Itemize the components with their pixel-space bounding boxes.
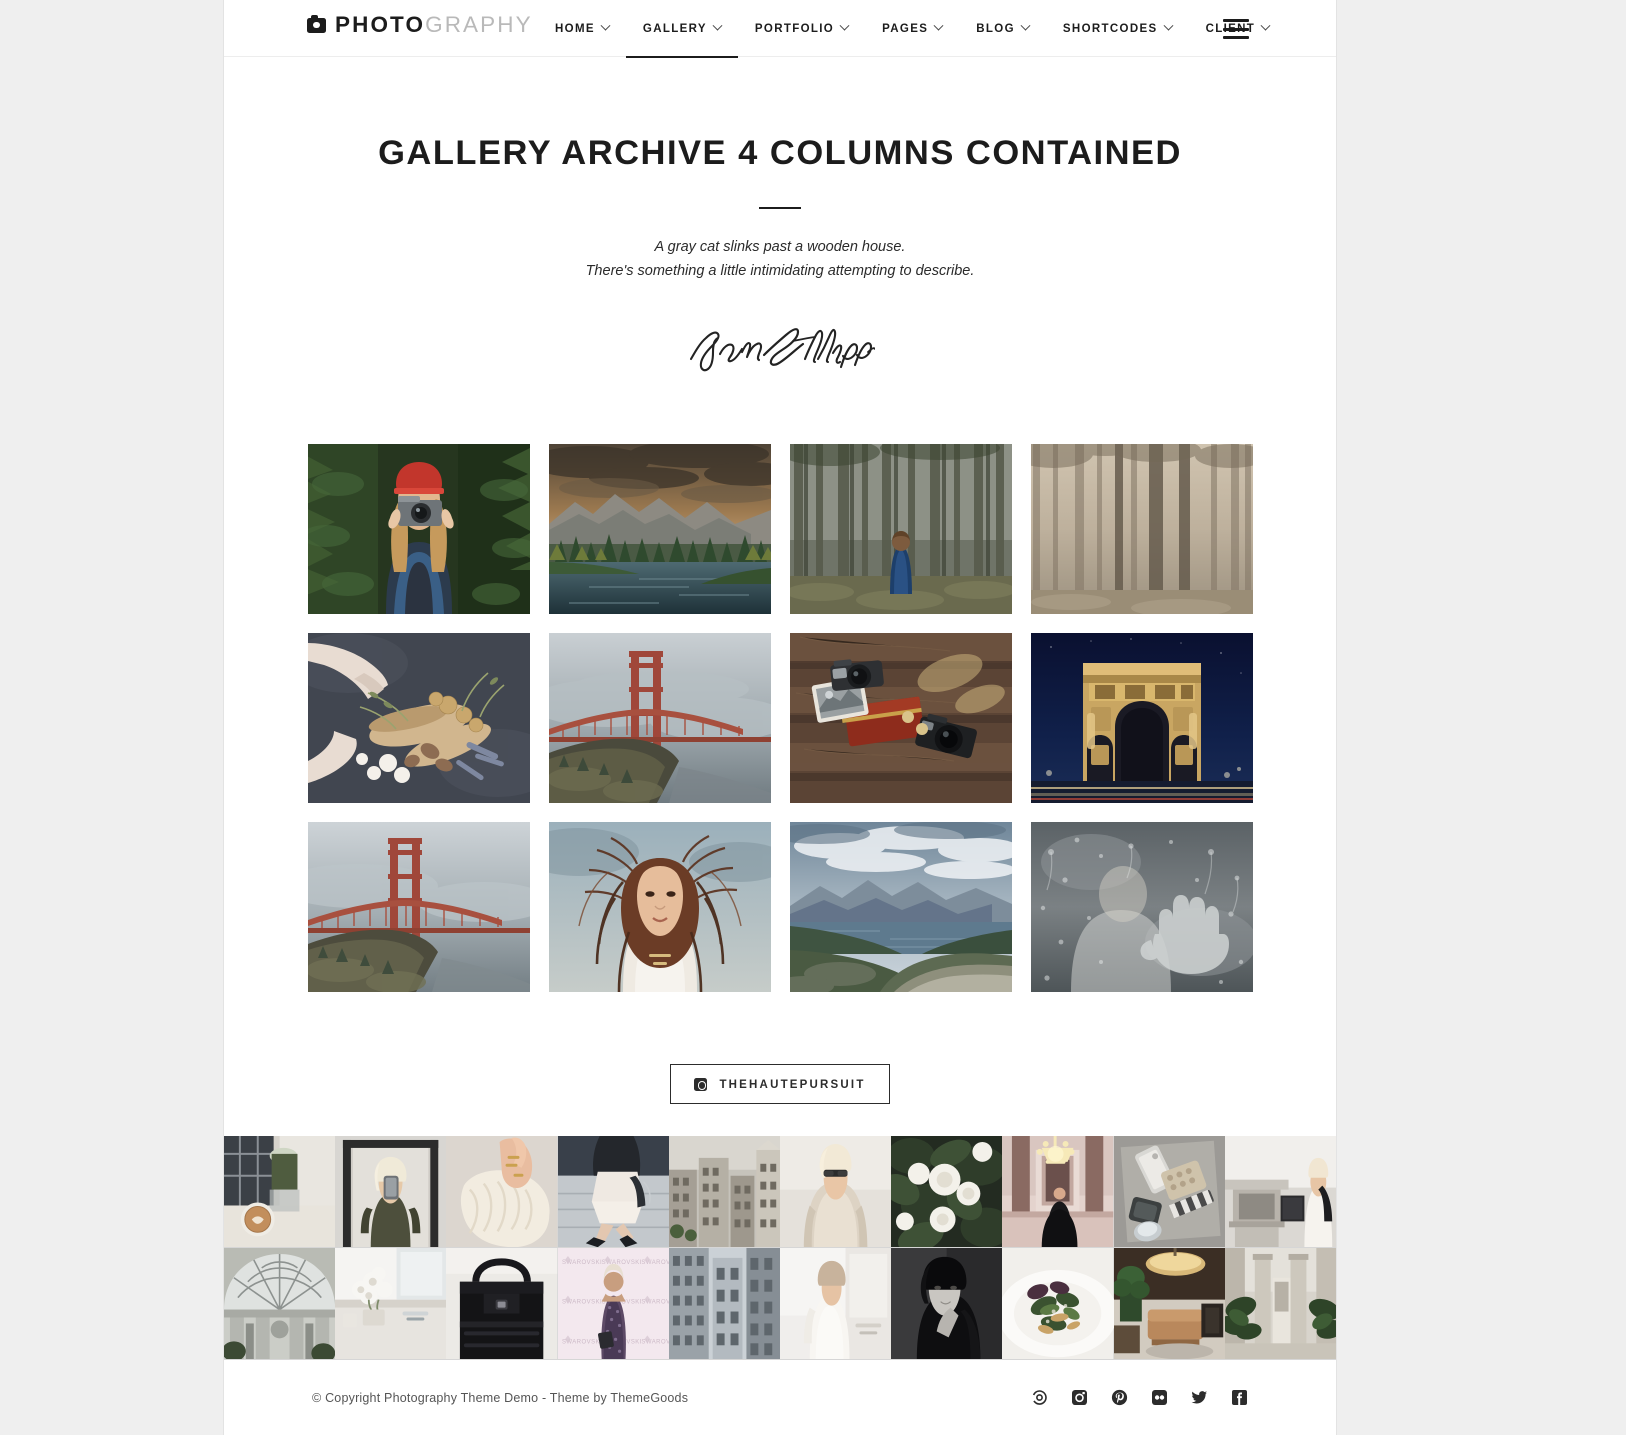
instagram-profile-button[interactable]: THEHAUTEPURSUIT (670, 1064, 890, 1105)
nav-label: GALLERY (642, 22, 707, 35)
gallery-item-mountain-lake-sunset-pine-forest[interactable] (548, 444, 771, 615)
chevron-down-icon (1260, 20, 1271, 31)
pinterest-icon[interactable] (1110, 1389, 1128, 1407)
twitter-icon[interactable] (1190, 1389, 1208, 1407)
footer-social-links (1030, 1389, 1248, 1407)
logo-text-bold: PHOTO (335, 12, 426, 37)
nav-item-portfolio[interactable]: PORTFOLIO (738, 0, 865, 57)
instagram-item-black-and-white-portrait-woman[interactable] (891, 1248, 1003, 1361)
instagram-item-flatlay-phone-handbag-accessories[interactable] (1113, 1136, 1225, 1249)
500px-icon[interactable] (1030, 1389, 1048, 1407)
instagram-icon[interactable] (1070, 1389, 1088, 1407)
nav-label: BLOG (976, 22, 1015, 35)
instagram-item-white-flowers-bright-bathroom-vanity[interactable] (335, 1248, 447, 1361)
nav-label: PORTFOLIO (754, 22, 835, 35)
hamburger-menu-icon[interactable] (1223, 19, 1249, 39)
gallery-item-person-blue-coat-standing-in-woods[interactable] (789, 444, 1012, 615)
gallery-item-portrait-woman-windblown-hair[interactable] (548, 822, 771, 993)
instagram-button-label: THEHAUTEPURSUIT (719, 1078, 866, 1091)
instagram-item-city-rooftop-architecture-daylight[interactable] (668, 1136, 780, 1249)
page-subtitle: A gray cat slinks past a wooden house. T… (224, 236, 1336, 284)
flickr-icon[interactable] (1150, 1389, 1168, 1407)
chevron-down-icon (839, 20, 850, 31)
nav-item-home[interactable]: HOME (538, 0, 626, 57)
instagram-item-street-style-white-dress-leather-jacket[interactable] (557, 1136, 669, 1249)
gallery-item-mountain-road-overlooking-lake[interactable] (789, 822, 1012, 993)
instagram-item-hand-rings-cream-knit-sweater[interactable] (446, 1136, 558, 1249)
logo-text-light: GRAPHY (425, 12, 533, 37)
nav-item-blog[interactable]: BLOG (959, 0, 1046, 57)
instagram-item-woman-white-dress-on-stairs-interior[interactable] (1224, 1136, 1336, 1249)
chevron-down-icon (1163, 20, 1174, 31)
gallery-item-vintage-cameras-and-photos-on-wood[interactable] (789, 633, 1012, 804)
page-root: PHOTOGRAPHY HOME GALLERY PORTFOLIO PAGES (0, 0, 1626, 1435)
instagram-icon (694, 1078, 708, 1092)
facebook-icon[interactable] (1230, 1389, 1248, 1407)
gallery-item-hand-on-rainy-window-glass[interactable] (1030, 822, 1253, 993)
nav-label: PAGES (882, 22, 929, 35)
nav-item-shortcodes[interactable]: SHORTCODES (1046, 0, 1189, 57)
instagram-item-red-carpet-sequin-gown-swarovski[interactable]: SWAROVSKISWAROVSKISWAROVSKI SWAROVSKISWA… (557, 1248, 669, 1361)
gallery-item-woman-photographer-red-beanie-forest[interactable] (307, 444, 530, 615)
nav-label: HOME (555, 22, 595, 35)
instagram-feed-grid: SWAROVSKISWAROVSKISWAROVSKI SWAROVSKISWA… (224, 1136, 1336, 1361)
instagram-item-mirror-selfie-blonde-bob-phone[interactable] (335, 1136, 447, 1249)
page-subtitle-line1: A gray cat slinks past a wooden house. (654, 239, 906, 256)
site-container: PHOTOGRAPHY HOME GALLERY PORTFOLIO PAGES (224, 0, 1336, 1435)
page-header-block: GALLERY ARCHIVE 4 COLUMNS CONTAINED A gr… (224, 57, 1336, 378)
gallery-grid (307, 444, 1253, 993)
instagram-item-modern-lounge-interior-tan-sofa[interactable] (1113, 1248, 1225, 1361)
page-subtitle-line2: There's something a little intimidating … (585, 263, 975, 280)
site-footer: © Copyright Photography Theme Demo - The… (224, 1360, 1336, 1435)
chevron-down-icon (1020, 20, 1031, 31)
site-logo[interactable]: PHOTOGRAPHY (307, 12, 533, 37)
nav-item-pages[interactable]: PAGES (865, 0, 959, 57)
instagram-item-plated-salad-fine-dining[interactable] (1002, 1248, 1114, 1361)
instagram-item-black-leather-handbag-closeup[interactable] (446, 1248, 558, 1361)
gallery-item-arc-de-triomphe-at-night[interactable] (1030, 633, 1253, 804)
instagram-item-hotel-lobby-palm-columns[interactable] (1224, 1248, 1336, 1361)
chevron-down-icon (933, 20, 944, 31)
instagram-item-skyscrapers-looking-up[interactable] (668, 1248, 780, 1361)
logo-text: PHOTOGRAPHY (335, 12, 533, 37)
gallery-item-golden-gate-bridge-in-fog[interactable] (548, 633, 771, 804)
camera-icon (307, 14, 326, 33)
chevron-down-icon (712, 20, 723, 31)
nav-label: SHORTCODES (1062, 22, 1158, 35)
gallery-item-foggy-pine-forest-sepia[interactable] (1030, 444, 1253, 615)
footer-copyright: © Copyright Photography Theme Demo - The… (312, 1390, 689, 1405)
primary-navigation: HOME GALLERY PORTFOLIO PAGES BLOG SHORTC… (538, 0, 1286, 58)
site-header: PHOTOGRAPHY HOME GALLERY PORTFOLIO PAGES (224, 0, 1336, 58)
signature-john-phillips (224, 318, 1336, 378)
instagram-item-beige-trench-coat-sunglasses[interactable] (779, 1136, 892, 1249)
instagram-item-woman-in-white-dress-mirror[interactable] (779, 1248, 892, 1361)
instagram-item-white-roses-green-foliage[interactable] (891, 1136, 1003, 1249)
instagram-button-wrap: THEHAUTEPURSUIT (224, 1064, 1336, 1105)
instagram-item-glass-dome-atrium-architecture[interactable] (224, 1248, 336, 1361)
title-divider (759, 207, 801, 210)
gallery-item-hands-arranging-dried-flowers-flatlay[interactable] (307, 633, 530, 804)
page-title: GALLERY ARCHIVE 4 COLUMNS CONTAINED (378, 134, 1182, 172)
instagram-item-latte-art-marble-table-window[interactable] (224, 1136, 336, 1249)
gallery-item-golden-gate-bridge-coastal-hill[interactable] (307, 822, 530, 993)
nav-item-gallery[interactable]: GALLERY (625, 0, 738, 58)
instagram-item-black-gown-chandelier-ballroom[interactable] (1002, 1136, 1114, 1249)
chevron-down-icon (600, 20, 611, 31)
